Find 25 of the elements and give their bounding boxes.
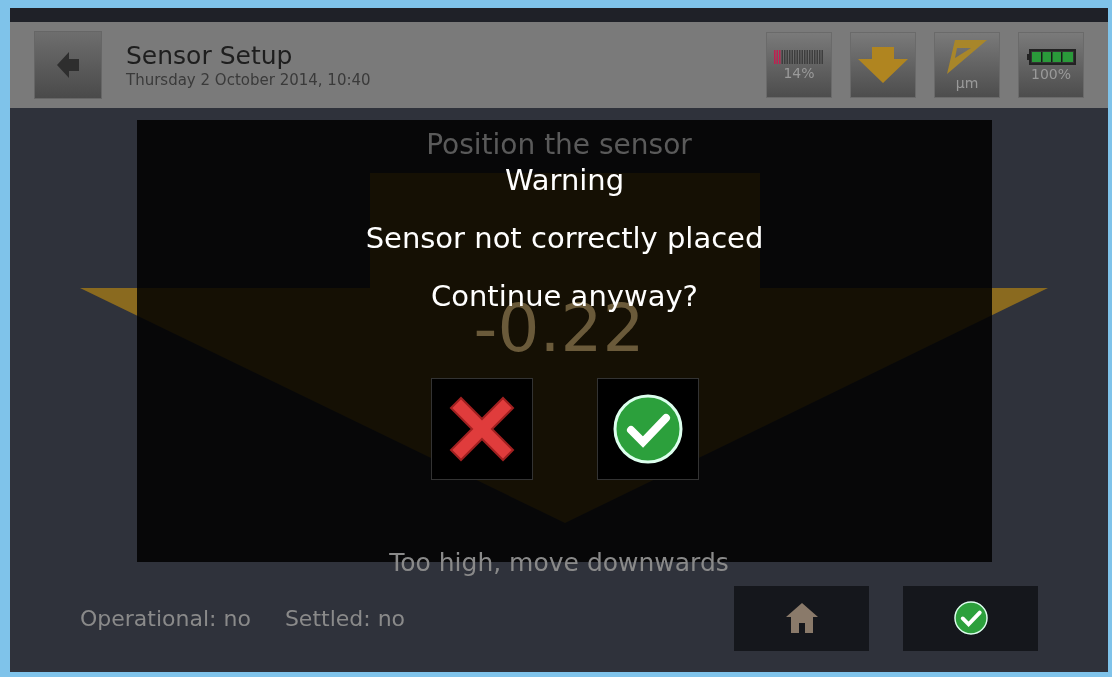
indicator-label: 14% — [783, 66, 815, 80]
status-text: Settled: no — [284, 604, 406, 633]
check-icon — [953, 601, 988, 635]
instruction-text: Position the sensor — [426, 127, 692, 163]
dialog-text: Warning — [504, 162, 625, 199]
home-icon — [784, 601, 819, 635]
indicator-label: µm — [955, 76, 979, 90]
confirm-button[interactable] — [596, 378, 699, 480]
back-arrow-icon — [57, 52, 79, 78]
back-button[interactable] — [34, 31, 102, 99]
indicator-button[interactable] — [850, 32, 916, 98]
cancel-button[interactable] — [430, 378, 533, 480]
home-button[interactable] — [734, 585, 869, 651]
indicator-button[interactable]: µm — [934, 32, 1000, 98]
confirm-button[interactable] — [903, 585, 1038, 651]
down-arrow-icon — [858, 47, 908, 83]
hint-text: Too high, move downwards — [389, 547, 729, 579]
indicator-button[interactable]: 14% — [766, 32, 832, 98]
check-icon — [612, 394, 683, 464]
screen-title: Sensor Setup — [126, 40, 294, 72]
dialog-text: Sensor not correctly placed — [365, 220, 764, 257]
date-time: Thursday 2 October 2014, 10:40 — [126, 71, 371, 90]
status-text: Operational: no — [80, 604, 251, 633]
indicator-button[interactable]: 100% — [1018, 32, 1084, 98]
indicator-label: 100% — [1031, 67, 1071, 81]
